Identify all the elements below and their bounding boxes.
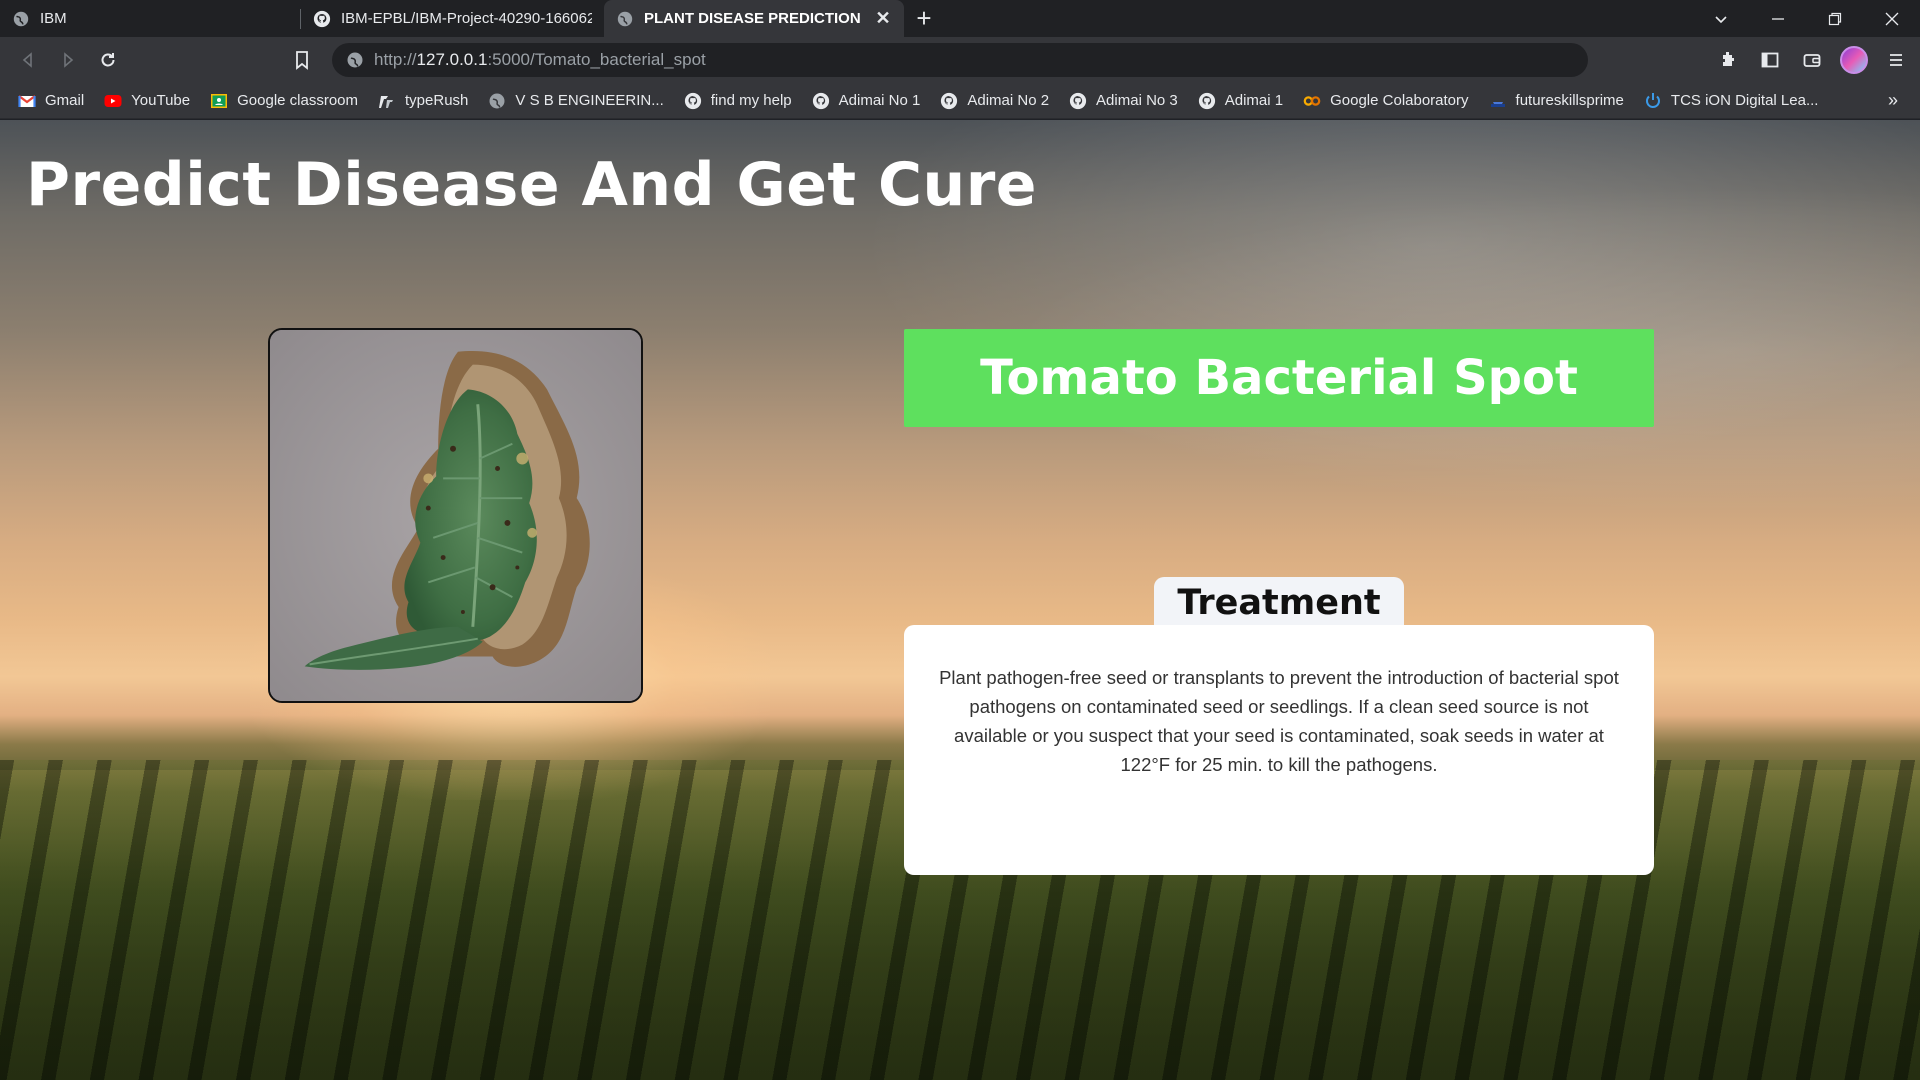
sidebar-icon[interactable] [1756, 46, 1784, 74]
github-icon [1069, 92, 1087, 109]
profile-avatar[interactable] [1840, 46, 1868, 74]
github-icon [812, 92, 829, 109]
treatment-heading: Treatment [1154, 577, 1404, 629]
bookmark-label: typeRush [405, 92, 469, 109]
youtube-icon [104, 94, 122, 107]
browser-toolbar: http://127.0.0.1:5000/Tomato_bacterial_s… [0, 37, 1920, 83]
tab-github-project[interactable]: IBM-EPBL/IBM-Project-40290-1660627 [301, 0, 604, 37]
tab-plant-disease-prediction[interactable]: PLANT DISEASE PREDICTION ✕ [604, 0, 904, 37]
menu-icon[interactable] [1882, 46, 1910, 74]
page-content: Predict Disease And Get Cure Tomato Bact… [0, 120, 1920, 1080]
bookmark-label: YouTube [131, 92, 191, 109]
gmail-icon [18, 94, 36, 107]
tab-title: PLANT DISEASE PREDICTION [644, 10, 861, 27]
extensions-icon[interactable] [1714, 46, 1742, 74]
bookmark-google-classroom[interactable]: Google classroom [210, 92, 358, 110]
bookmark-label: Google Colaboratory [1330, 92, 1469, 109]
futureskills-icon [1490, 101, 1505, 107]
reload-icon[interactable] [88, 40, 128, 80]
bookmark-label: Adimai No 2 [967, 92, 1050, 109]
bookmark-label: Adimai 1 [1224, 92, 1284, 109]
bookmark-vsb-engineering[interactable]: V S B ENGINEERIN... [488, 92, 664, 110]
treatment-text: Plant pathogen-free seed or transplants … [939, 667, 1619, 775]
globe-icon [617, 11, 633, 26]
bookmark-youtube[interactable]: YouTube [104, 92, 190, 110]
minimize-icon[interactable] [1749, 0, 1806, 37]
treatment-card: Plant pathogen-free seed or transplants … [904, 625, 1654, 875]
globe-icon [13, 11, 29, 26]
url-scheme: http:// [374, 50, 417, 69]
bookmark-label: futureskillsprime [1515, 92, 1624, 109]
restore-icon[interactable] [1806, 0, 1863, 37]
github-icon [684, 92, 701, 109]
more-bookmarks-icon[interactable]: » [1888, 90, 1898, 111]
close-tab-icon[interactable]: ✕ [874, 8, 892, 29]
new-tab-button[interactable]: + [904, 0, 944, 37]
bookmark-gmail[interactable]: Gmail [18, 92, 84, 110]
bookmark-label: find my help [710, 92, 792, 109]
bookmark-adimai-1[interactable]: Adimai 1 [1198, 92, 1283, 110]
bookmark-label: Gmail [45, 92, 85, 109]
classroom-icon [211, 93, 228, 108]
forward-arrow-icon[interactable] [48, 40, 88, 80]
globe-icon [489, 93, 505, 108]
uploaded-leaf-image [268, 328, 643, 703]
bookmark-label: Google classroom [237, 92, 359, 109]
window-controls [1692, 0, 1920, 37]
bookmark-google-colaboratory[interactable]: Google Colaboratory [1303, 92, 1469, 110]
tab-title: IBM-EPBL/IBM-Project-40290-1660627 [341, 10, 592, 27]
bookmark-adimai-no-3[interactable]: Adimai No 3 [1069, 92, 1178, 110]
site-info-icon[interactable] [346, 51, 364, 69]
url-path: :5000/Tomato_bacterial_spot [487, 50, 706, 69]
bookmarks-bar: Gmail YouTube Google classroom typeRush … [0, 83, 1920, 119]
bookmark-label: Adimai No 3 [1096, 92, 1178, 109]
bookmark-adimai-no-1[interactable]: Adimai No 1 [812, 92, 921, 110]
bookmark-futureskillsprime[interactable]: futureskillsprime [1489, 92, 1624, 110]
bookmark-tcs-ion[interactable]: TCS iON Digital Lea... [1644, 92, 1819, 110]
tab-search-icon[interactable] [1692, 0, 1749, 37]
url-host: 127.0.0.1 [416, 50, 488, 69]
bookmark-label: Adimai No 1 [838, 92, 921, 109]
close-window-icon[interactable] [1863, 0, 1920, 37]
github-icon [313, 10, 331, 27]
leaf-illustration [270, 330, 641, 701]
bookmark-adimai-no-2[interactable]: Adimai No 2 [940, 92, 1049, 110]
page-title: Predict Disease And Get Cure [26, 150, 1038, 220]
tab-strip: IBM IBM-EPBL/IBM-Project-40290-1660627 P… [0, 0, 1920, 37]
tab-ibm[interactable]: IBM [0, 0, 300, 37]
tcs-icon [1645, 92, 1660, 108]
bookmark-label: V S B ENGINEERIN... [515, 92, 664, 109]
typerush-icon [379, 95, 394, 108]
bookmark-find-my-help[interactable]: find my help [684, 92, 792, 110]
tab-title: IBM [40, 10, 67, 27]
prediction-result: Tomato Bacterial Spot [904, 329, 1654, 427]
bookmark-label: TCS iON Digital Lea... [1670, 92, 1819, 109]
address-bar[interactable]: http://127.0.0.1:5000/Tomato_bacterial_s… [332, 43, 1588, 77]
github-icon [941, 92, 958, 109]
github-icon [1198, 92, 1215, 109]
back-arrow-icon[interactable] [8, 40, 48, 80]
colab-icon [1303, 95, 1321, 106]
wallet-icon[interactable] [1798, 46, 1826, 74]
bookmark-typerush[interactable]: typeRush [378, 92, 468, 110]
toolbar-actions [1714, 37, 1910, 83]
bookmark-page-icon[interactable] [290, 48, 314, 72]
